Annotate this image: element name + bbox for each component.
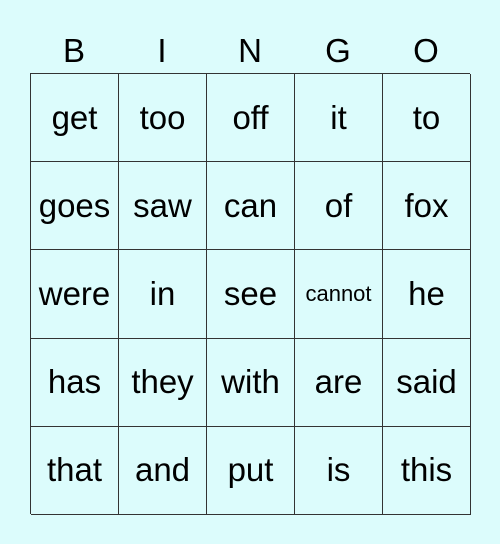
bingo-cell[interactable]: saw <box>119 162 207 251</box>
header-letter-o: O <box>413 32 439 69</box>
bingo-cell[interactable]: this <box>383 426 471 515</box>
bingo-cell[interactable]: fox <box>383 162 471 251</box>
bingo-cell[interactable]: with <box>207 338 295 427</box>
bingo-cell[interactable]: put <box>207 426 295 515</box>
bingo-cell[interactable]: has <box>31 338 119 427</box>
bingo-cell[interactable]: of <box>295 162 383 251</box>
bingo-cell[interactable]: to <box>383 74 471 163</box>
bingo-cell[interactable]: are <box>295 338 383 427</box>
bingo-cell[interactable]: they <box>119 338 207 427</box>
bingo-cell[interactable]: get <box>31 74 119 163</box>
bingo-cell[interactable]: is <box>295 426 383 515</box>
bingo-cell[interactable]: too <box>119 74 207 163</box>
bingo-cell[interactable]: see <box>207 250 295 339</box>
bingo-cell[interactable]: and <box>119 426 207 515</box>
header-letter-i: I <box>157 32 167 69</box>
header-letter-g: G <box>325 32 351 69</box>
bingo-cell[interactable]: he <box>383 250 471 339</box>
bingo-cell[interactable]: said <box>383 338 471 427</box>
bingo-cell[interactable]: can <box>207 162 295 251</box>
bingo-cell[interactable]: were <box>31 250 119 339</box>
bingo-cell[interactable]: off <box>207 74 295 163</box>
bingo-cell[interactable]: it <box>295 74 383 163</box>
bingo-cell[interactable]: in <box>119 250 207 339</box>
header-letter-b: B <box>62 32 85 69</box>
bingo-header: B I N G O <box>30 28 470 73</box>
bingo-cell[interactable]: goes <box>31 162 119 251</box>
bingo-cell[interactable]: cannot <box>295 250 383 339</box>
header-letter-n: N <box>238 32 262 69</box>
bingo-cell[interactable]: that <box>31 426 119 515</box>
bingo-grid: get too off it to goes saw can of fox we… <box>30 73 471 515</box>
